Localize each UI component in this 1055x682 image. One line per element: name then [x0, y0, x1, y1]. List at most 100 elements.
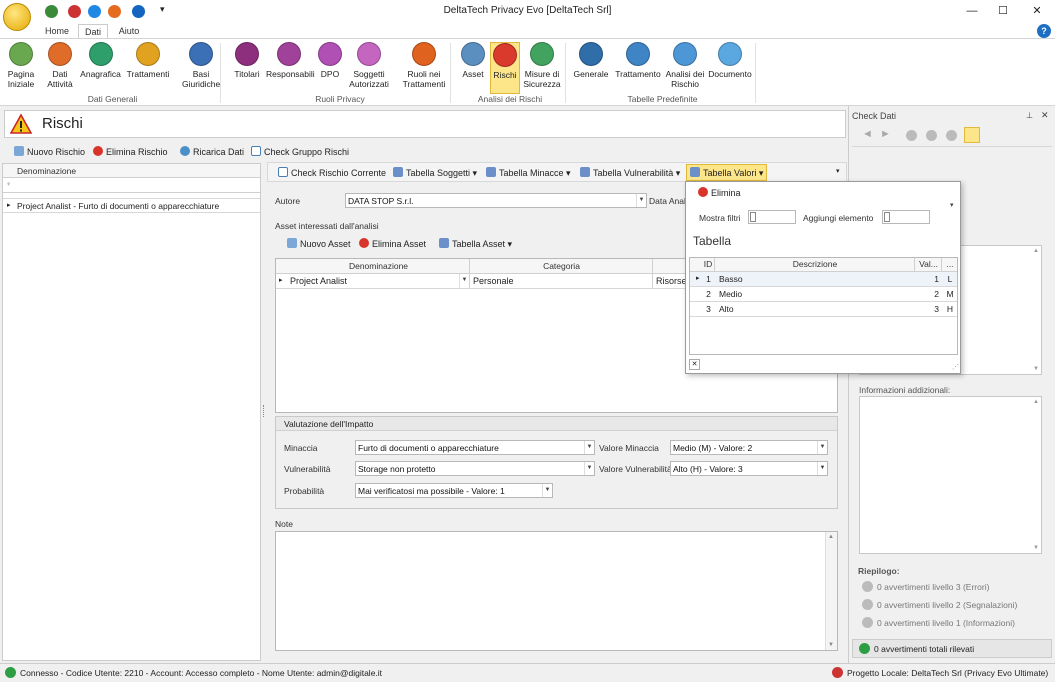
asset-name-cell[interactable]: Project Analist ▼ [288, 274, 470, 288]
ribbon-button-dpo[interactable]: DPO [316, 42, 344, 94]
filter-row[interactable]: ♀ [3, 178, 260, 193]
delete-asset-button[interactable]: Elimina Asset [359, 234, 426, 254]
additional-info-box[interactable]: ▲ ▼ [859, 396, 1042, 554]
list-item[interactable]: ▸ Project Analist - Furto di documenti o… [3, 198, 260, 213]
ribbon-button-responsabili[interactable]: Responsabili [266, 42, 315, 94]
ribbon-button-trattamento[interactable]: Trattamento [613, 42, 663, 94]
check-ok-icon [859, 643, 870, 654]
ribbon-button-pagina-iniziale[interactable]: Pagina Iniziale [5, 42, 37, 94]
show-filters-toggle[interactable] [748, 210, 796, 224]
delete-risk-button[interactable]: Elimina Rischio [93, 142, 168, 162]
asset-category-cell[interactable]: Personale [471, 274, 653, 288]
column-header-categoria[interactable]: Categoria [471, 259, 653, 274]
valore-vulnerabilita-select[interactable]: Alto (H) - Valore: 3 ▼ [670, 461, 828, 476]
id-cell[interactable]: 2 [702, 287, 715, 301]
ribbon-button-ruoli-nei-trattamenti[interactable]: Ruoli nei Trattamenti [400, 42, 448, 94]
level2-filter-icon[interactable] [926, 130, 937, 141]
column-header-denominazione[interactable]: Denominazione [288, 259, 470, 274]
value-cell[interactable]: 3 [916, 302, 942, 316]
level1-filter-icon[interactable] [946, 130, 957, 141]
scroll-up-icon[interactable]: ▲ [828, 534, 834, 540]
vulnerabilities-table-button[interactable]: Tabella Vulnerabilità ▾ [580, 163, 680, 183]
ribbon-button-analisi-dei-rischio[interactable]: Analisi dei Rischio [664, 42, 706, 94]
check-current-risk-button[interactable]: Check Rischio Corrente [278, 163, 386, 183]
back-arrow-icon[interactable]: ◄ [862, 128, 873, 140]
list-header[interactable]: Denominazione [3, 164, 260, 178]
ribbon-button-anagrafica[interactable]: Anagrafica [79, 42, 122, 94]
ribbon-button-basi-giuridiche[interactable]: Basi Giuridiche [182, 42, 220, 94]
id-cell[interactable]: 3 [702, 302, 715, 316]
threats-table-button[interactable]: Tabella Minacce ▾ [486, 163, 571, 183]
tab-dati[interactable]: Dati [78, 24, 108, 39]
close-panel-icon[interactable]: ✕ [1041, 110, 1049, 121]
description-cell[interactable]: Medio [716, 287, 915, 301]
check-risk-group-button[interactable]: Check Gruppo Rischi [251, 142, 349, 162]
values-table-button[interactable]: Tabella Valori ▾ [686, 164, 768, 181]
ribbon-button-misure-di-sicurezza[interactable]: Misure di Sicurezza [522, 42, 562, 94]
tab-home[interactable]: Home [40, 24, 74, 39]
code-cell[interactable]: H [943, 302, 957, 316]
panel-header [4, 110, 846, 138]
scroll-up-icon[interactable]: ▲ [1033, 399, 1039, 405]
minaccia-select[interactable]: Furto di documenti o apparecchiature ▼ [355, 440, 595, 455]
description-cell[interactable]: Alto [716, 302, 915, 316]
ribbon-button-documento[interactable]: Documento [707, 42, 753, 94]
trattamenti-icon [136, 42, 160, 66]
column-header-valore[interactable]: Val... [916, 258, 942, 272]
ribbon-group-separator [565, 43, 566, 103]
ribbon-button-titolari[interactable]: Titolari [231, 42, 263, 94]
add-element-toggle[interactable] [882, 210, 930, 224]
description-cell[interactable]: Basso [716, 272, 915, 286]
ribbon-button-soggetti-autorizzati[interactable]: Soggetti Autorizzati [346, 42, 392, 94]
close-button[interactable]: ✕ [1022, 2, 1052, 20]
column-header-id[interactable]: ID [702, 258, 715, 272]
vulnerabilita-select[interactable]: Storage non protetto ▼ [355, 461, 595, 476]
forward-arrow-icon[interactable]: ► [880, 128, 891, 140]
code-cell[interactable]: M [943, 287, 957, 301]
new-risk-button[interactable]: Nuovo Rischio [14, 142, 85, 162]
table-row[interactable]: 3 Alto 3 H [690, 302, 957, 317]
popup-options-icon[interactable]: ▾ [950, 201, 954, 209]
level3-filter-icon[interactable] [906, 130, 917, 141]
tab-aiuto[interactable]: Aiuto [112, 24, 146, 39]
ribbon-button-dati-attività[interactable]: Dati Attività [44, 42, 76, 94]
ribbon-button-generale[interactable]: Generale [572, 42, 610, 94]
popup-close-icon[interactable]: ✕ [689, 359, 700, 370]
valore-minaccia-select[interactable]: Medio (M) - Valore: 2 ▼ [670, 440, 828, 455]
minimize-button[interactable]: — [957, 2, 987, 20]
scroll-up-icon[interactable]: ▲ [1033, 248, 1039, 254]
ribbon-button-trattamenti[interactable]: Trattamenti [124, 42, 172, 94]
note-textarea[interactable]: ▲ ▼ [275, 531, 838, 651]
table-row[interactable]: 2 Medio 2 M [690, 287, 957, 302]
filter-toggle-icon[interactable] [964, 127, 980, 143]
help-icon[interactable]: ? [1037, 24, 1051, 38]
autore-select[interactable]: DATA STOP S.r.l. ▼ [345, 193, 647, 208]
scroll-down-icon[interactable]: ▼ [1033, 545, 1039, 551]
subjects-table-button[interactable]: Tabella Soggetti ▾ [393, 163, 477, 183]
ribbon-button-rischi[interactable]: Rischi [490, 42, 520, 94]
value-cell[interactable]: 2 [916, 287, 942, 301]
reload-data-button[interactable]: Ricarica Dati [180, 142, 244, 162]
scroll-down-icon[interactable]: ▼ [828, 642, 834, 648]
toggle-knob [750, 212, 756, 222]
note-scrollbar[interactable]: ▲ ▼ [825, 532, 837, 650]
chevron-down-icon: ▼ [817, 462, 827, 475]
table-row[interactable]: ▸ 1 Basso 1 L [690, 272, 957, 287]
popup-delete-button[interactable]: Elimina [698, 187, 741, 198]
value-cell[interactable]: 1 [916, 272, 942, 286]
column-header-descrizione[interactable]: Descrizione [716, 258, 915, 272]
splitter-handle[interactable] [263, 405, 265, 417]
ribbon-button-label: Analisi dei Rischio [665, 69, 705, 89]
asset-table-button[interactable]: Tabella Asset ▾ [439, 234, 512, 254]
probabilita-select[interactable]: Mai verificatosi ma possibile - Valore: … [355, 483, 553, 498]
scroll-down-icon[interactable]: ▼ [1033, 366, 1039, 372]
resize-grip-icon[interactable]: ⋰ [952, 363, 959, 371]
pin-icon[interactable]: ⊥ [1026, 111, 1033, 120]
column-header-code[interactable]: ... [943, 258, 957, 272]
code-cell[interactable]: L [943, 272, 957, 286]
toolbar-overflow-icon[interactable]: ▾ [836, 167, 840, 175]
id-cell[interactable]: 1 [702, 272, 715, 286]
new-asset-button[interactable]: Nuovo Asset [287, 234, 351, 254]
ribbon-button-asset[interactable]: Asset [457, 42, 489, 94]
maximize-button[interactable]: ☐ [988, 2, 1018, 20]
